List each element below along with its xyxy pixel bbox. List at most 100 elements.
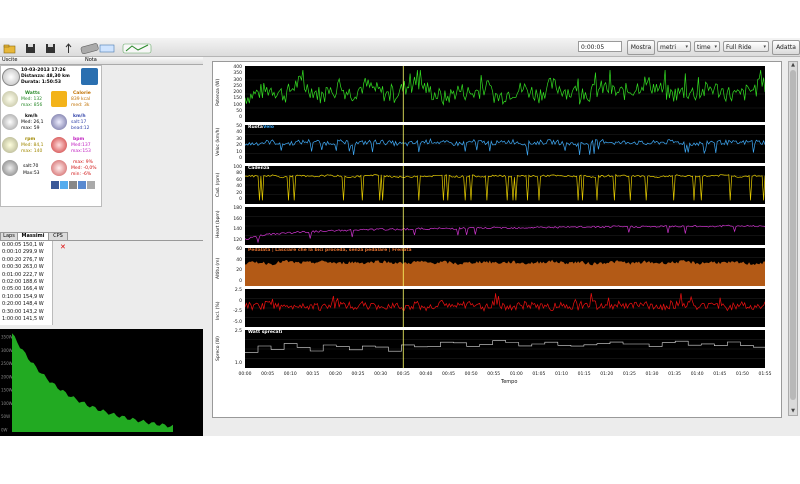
rides-col-nota[interactable]: Nota xyxy=(85,57,97,64)
wasted-ylabel: Spreco (W) xyxy=(216,336,221,361)
cp-ytick-label: 350W xyxy=(1,335,13,340)
plot-panel-cadence[interactable]: Cadenza xyxy=(245,166,765,204)
tab-cps[interactable]: CPS xyxy=(48,232,68,240)
rides-col-uscite[interactable]: Uscite xyxy=(2,57,17,64)
plot-panel-power[interactable] xyxy=(245,66,765,122)
speed-ylabel: Veloc (km/h) xyxy=(216,127,221,156)
cp-ytick-label: 0W xyxy=(1,428,8,433)
summary-cadence-row: rpm Med: 84,1 max: 140 bpm Med:137 max:1… xyxy=(1,135,101,157)
save-icon[interactable] xyxy=(24,40,37,53)
x-tick-label: 01:55 xyxy=(758,372,772,377)
x-tick-label: 00:20 xyxy=(328,372,342,377)
x-tick-label: 00:45 xyxy=(441,372,455,377)
cadence-ylabel: Cad. (rpm) xyxy=(216,172,221,197)
max-list-item[interactable]: 0:00:10 299,9 W xyxy=(2,249,44,256)
cp-ytick-label: 50W xyxy=(1,414,10,419)
max-list-item[interactable]: 0:20:00 148,4 W xyxy=(2,301,44,308)
speed-ytick-label: 10 xyxy=(236,149,242,155)
max-list-item[interactable]: 0:01:00 222,7 W xyxy=(2,272,44,279)
power-ytick-label: 200 xyxy=(233,90,242,95)
info-icon[interactable] xyxy=(81,68,98,85)
grade-plot-svg xyxy=(245,289,765,327)
x-tick-label: 01:05 xyxy=(532,372,546,377)
sync-icon[interactable] xyxy=(98,40,118,53)
cadence-ytick-label: 0 xyxy=(239,197,242,202)
plot-panel-wasted[interactable]: Watt sprecati xyxy=(245,330,765,368)
stopwatch-icon xyxy=(2,68,20,86)
cp-ytick-label: 200W xyxy=(1,374,13,379)
tab-massimi[interactable]: Massimi xyxy=(17,232,49,240)
max-power-list: 0:00:05 150,1 W 0:00:10 299,9 W 0:00:20 27… xyxy=(0,241,53,325)
facebook-icon[interactable] xyxy=(51,181,59,189)
max-list-item[interactable]: 0:00:20 276,7 W xyxy=(2,257,44,264)
calorie-label: Calorie xyxy=(73,91,91,96)
cadence-ytick-label: 80 xyxy=(236,171,242,177)
max-list-item[interactable]: 0:10:00 154,9 W xyxy=(2,294,44,301)
summary-date: 10-03-2013 17:26 xyxy=(21,68,66,73)
range-select[interactable]: Full Ride ▾ xyxy=(723,41,769,52)
max-list-item[interactable]: 0:02:00 188,6 W xyxy=(2,279,44,286)
chevron-down-icon: ▾ xyxy=(714,44,717,50)
strava-icon[interactable] xyxy=(122,40,152,54)
power-plot-svg xyxy=(245,66,765,122)
device-icon[interactable] xyxy=(80,40,100,55)
summary-distance: Distanza: 48,30 km xyxy=(21,74,70,79)
cp-ytick-label: 250W xyxy=(1,361,13,366)
upload-icon[interactable] xyxy=(62,40,75,53)
xaxis-select[interactable]: time ▾ xyxy=(694,41,720,52)
x-tick-label: 00:10 xyxy=(283,372,297,377)
max-list-item[interactable]: 1:00:00 141,5 W xyxy=(2,316,44,323)
max-list-item[interactable]: 0:00:05 150,1 W xyxy=(2,242,44,249)
tab-laps[interactable]: Laps xyxy=(0,232,18,240)
summary-duration: Durata: 1:50:53 xyxy=(21,80,62,85)
cadence-series-line xyxy=(245,173,765,201)
summary-speed-row: km/h Med: 26,1 max: 59 km/h salt:17 bead… xyxy=(1,112,101,134)
x-tick-label: 01:00 xyxy=(509,372,523,377)
open-folder-icon[interactable] xyxy=(3,40,16,54)
power-series-line xyxy=(245,69,765,106)
max-list-item[interactable]: 0:30:00 143,2 W xyxy=(2,309,44,316)
plot-panel-grade[interactable] xyxy=(245,289,765,327)
scroll-up-icon[interactable]: ▲ xyxy=(789,62,797,69)
twitter-icon[interactable] xyxy=(60,181,68,189)
vertical-scrollbar[interactable]: ▲ ▼ xyxy=(788,61,798,416)
fit-button[interactable]: Adatta xyxy=(772,40,800,55)
close-icon[interactable]: ✕ xyxy=(60,243,66,251)
cadence-ytick-label: 40 xyxy=(236,184,242,190)
save-as-icon[interactable] xyxy=(44,40,57,53)
grade-max: max: 9% xyxy=(73,160,93,165)
email-icon[interactable] xyxy=(69,181,77,189)
speed-panel-subtitle: Velo xyxy=(263,125,274,130)
cadence-avg: Med: 84,1 xyxy=(21,143,44,148)
show-button[interactable]: Mostra xyxy=(627,40,655,55)
x-tick-label: 00:50 xyxy=(464,372,478,377)
x-tick-label: 01:25 xyxy=(622,372,636,377)
altitude-ytick-label: 60 xyxy=(236,247,242,252)
cadence-icon xyxy=(2,137,18,153)
time-input[interactable]: 0:00:05 xyxy=(578,41,622,52)
grade-ylabel: Incl. (%) xyxy=(216,301,221,320)
scroll-down-icon[interactable]: ▼ xyxy=(789,408,797,415)
unit-select[interactable]: metri ▾ xyxy=(657,41,691,52)
grade-ytick-label: 2.5 xyxy=(234,288,242,293)
max-list-item[interactable]: 0:00:30 263,0 W xyxy=(2,264,44,271)
grade-med: Med: -0,0% xyxy=(71,166,97,171)
settings-icon[interactable] xyxy=(87,181,95,189)
hr-label: bpm xyxy=(73,137,85,142)
cadence-ytick-label: 100 xyxy=(233,165,242,170)
altitude-max: Max:53 xyxy=(23,171,40,176)
altitude-ytick-label: 40 xyxy=(236,257,242,263)
wasted-series-line xyxy=(245,340,765,353)
plot-panel-heart[interactable] xyxy=(245,207,765,245)
plot-panel-speed[interactable]: Ruota Velo xyxy=(245,125,765,163)
share-bar xyxy=(51,181,99,190)
scrollbar-thumb[interactable] xyxy=(790,70,796,400)
max-list-item[interactable]: 0:05:00 166,4 W xyxy=(2,286,44,293)
grade-icon xyxy=(51,160,67,176)
x-axis-title: Tempo xyxy=(501,379,518,385)
x-tick-label: 00:55 xyxy=(487,372,501,377)
export-icon[interactable] xyxy=(78,181,86,189)
x-tick-label: 00:35 xyxy=(396,372,410,377)
range-select-value: Full Ride xyxy=(726,44,752,51)
plot-panel-altitude[interactable]: Pedalata | Lasciare che la bici proceda,… xyxy=(245,248,765,286)
